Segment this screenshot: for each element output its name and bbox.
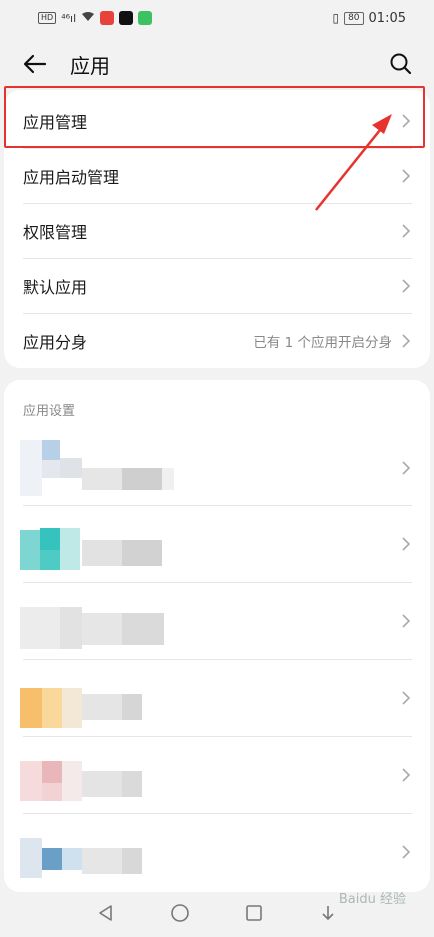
- chevron-right-icon: [402, 168, 411, 183]
- arrow-left-icon[interactable]: [20, 49, 50, 79]
- app-icon-obscured: [20, 440, 185, 496]
- wifi-icon: [81, 11, 95, 26]
- app-icon-obscured: [20, 747, 185, 803]
- menu-item-label: 应用启动管理: [23, 167, 120, 187]
- nav-back-icon[interactable]: [96, 903, 116, 927]
- menu-item-default-apps[interactable]: 默认应用: [4, 258, 430, 313]
- menu-item-label: 默认应用: [23, 277, 88, 297]
- status-right: ▯ 80 01:05: [332, 11, 406, 26]
- app-icon-obscured: [20, 593, 185, 649]
- chevron-right-icon: [402, 537, 411, 551]
- app-list-item[interactable]: [4, 814, 430, 890]
- chevron-right-icon: [402, 223, 411, 238]
- menu-card: 应用管理 应用启动管理 权限管理 默认应用 应用分身 已有 1 个应用开启分身: [4, 90, 430, 368]
- menu-item-app-launch[interactable]: 应用启动管理: [4, 148, 430, 203]
- nav-down-icon[interactable]: [318, 903, 338, 927]
- app-icon-obscured: [20, 670, 185, 728]
- menu-item-app-management[interactable]: 应用管理: [4, 93, 430, 148]
- app-header: 应用: [0, 36, 434, 92]
- menu-item-label: 应用管理: [23, 112, 88, 132]
- nav-recents-icon[interactable]: [244, 903, 264, 927]
- menu-item-value: 已有 1 个应用开启分身: [253, 334, 392, 351]
- status-left: HD ⁴⁶ıl: [38, 11, 153, 26]
- vibrate-icon: ▯: [332, 11, 340, 25]
- chevron-right-icon: [402, 333, 411, 348]
- app-list-item[interactable]: [4, 583, 430, 659]
- page-title: 应用: [70, 53, 110, 78]
- app-icon-obscured: [20, 516, 185, 572]
- chevron-right-icon: [402, 614, 411, 628]
- nav-home-icon[interactable]: [170, 903, 190, 927]
- app-list-item[interactable]: [4, 506, 430, 582]
- status-bar: HD ⁴⁶ıl ▯ 80 01:05: [0, 0, 434, 36]
- chevron-right-icon: [402, 113, 411, 128]
- search-icon[interactable]: [386, 49, 416, 79]
- menu-item-label: 权限管理: [23, 222, 88, 242]
- menu-item-app-twin[interactable]: 应用分身 已有 1 个应用开启分身: [4, 313, 430, 368]
- section-label: 应用设置: [23, 404, 76, 419]
- menu-item-permissions[interactable]: 权限管理: [4, 203, 430, 258]
- chevron-right-icon: [402, 278, 411, 293]
- menu-item-label: 应用分身: [23, 332, 88, 352]
- app-notification-icon-green: [138, 11, 153, 25]
- chevron-right-icon: [402, 461, 411, 475]
- watermark: Baidu 经验: [338, 892, 406, 907]
- app-list-item[interactable]: [4, 430, 430, 506]
- chevron-right-icon: [402, 845, 411, 859]
- chevron-right-icon: [402, 691, 411, 705]
- signal-icon: ⁴⁶ıl: [61, 11, 77, 25]
- app-list-item[interactable]: [4, 737, 430, 813]
- battery-icon: 80: [344, 11, 364, 25]
- tiktok-icon: [119, 11, 134, 25]
- app-list-item[interactable]: [4, 660, 430, 736]
- app-notification-icon: [100, 11, 115, 25]
- clock: 01:05: [368, 10, 406, 26]
- chevron-right-icon: [402, 768, 411, 782]
- app-icon-obscured: [20, 824, 185, 880]
- hd-badge: HD: [38, 12, 57, 24]
